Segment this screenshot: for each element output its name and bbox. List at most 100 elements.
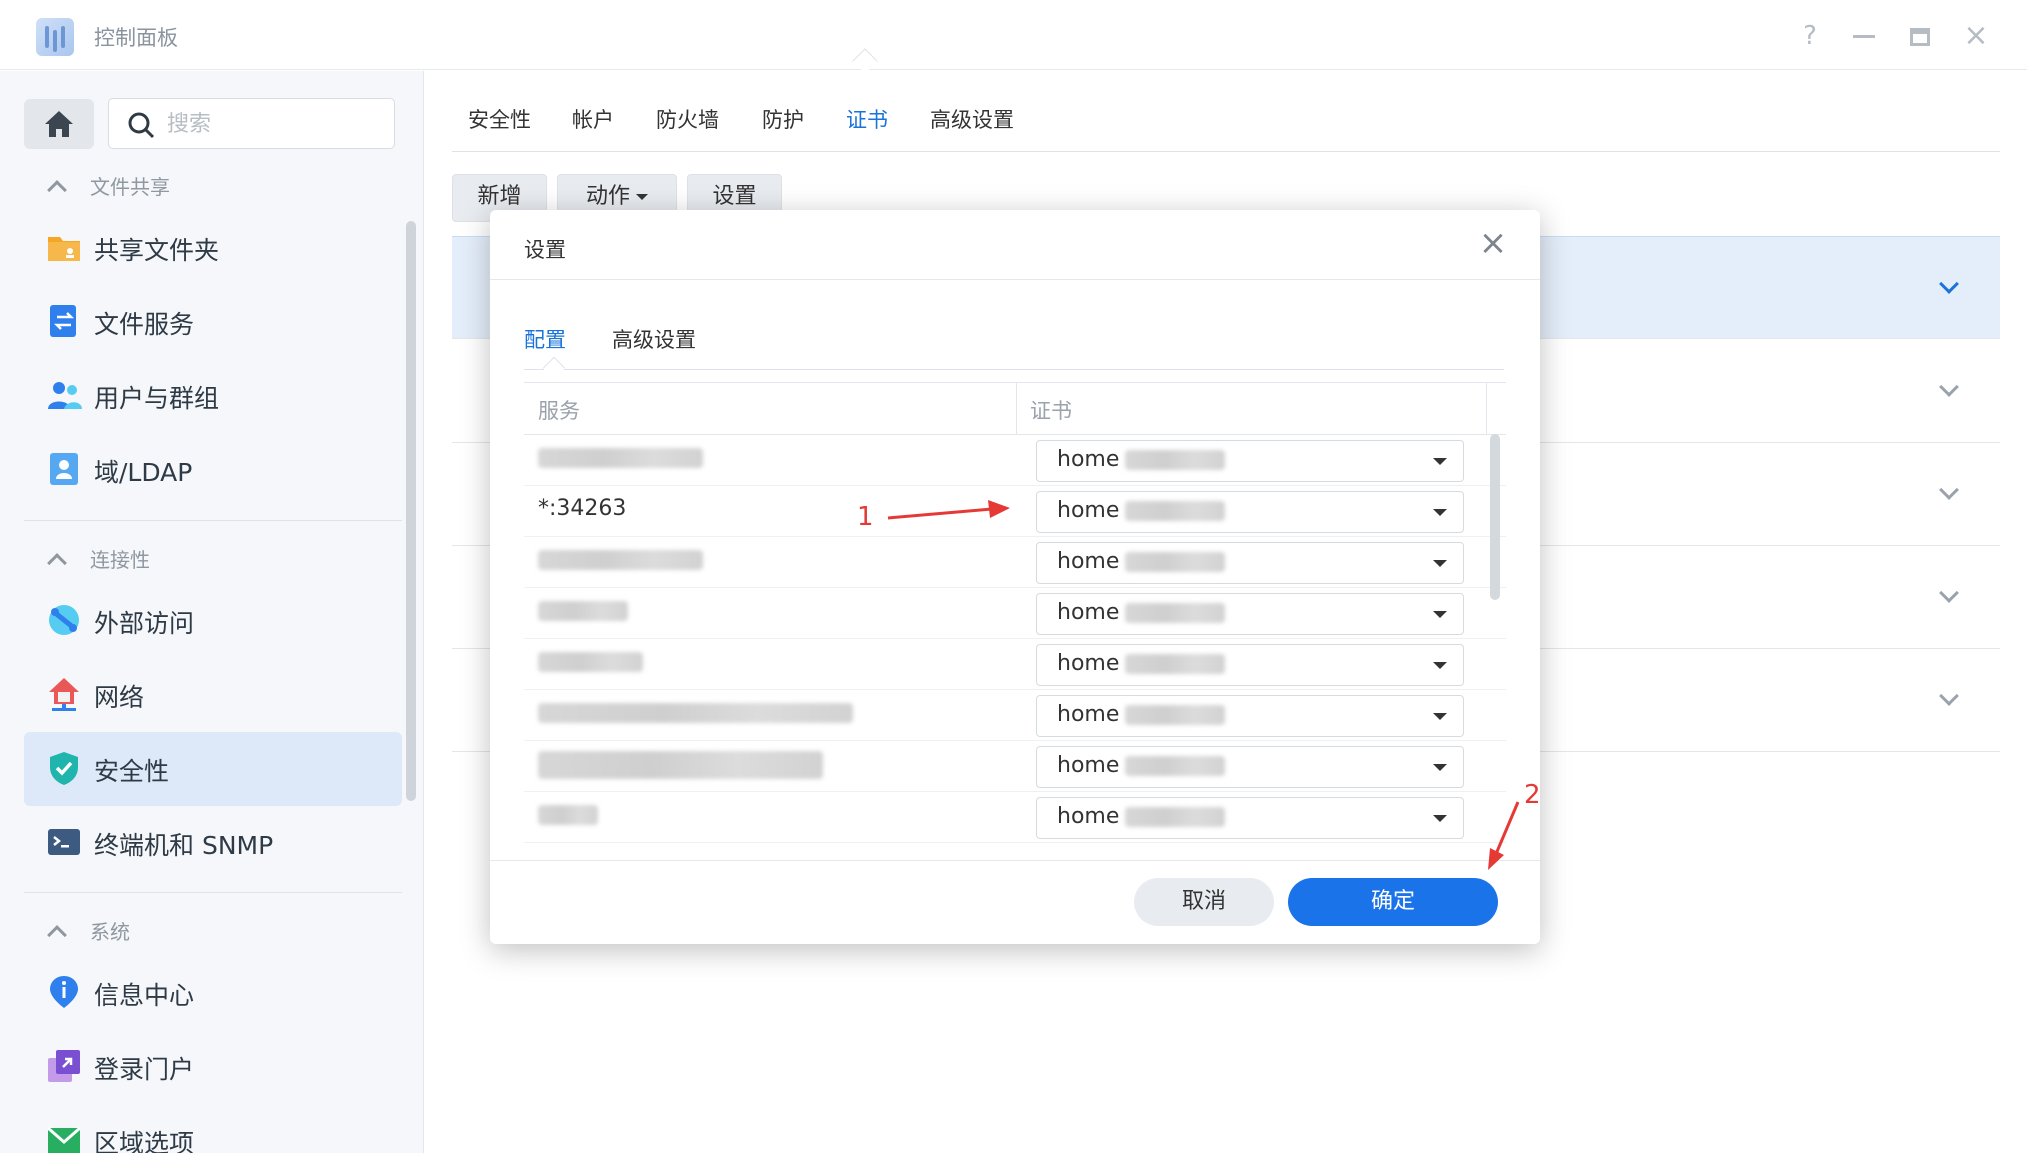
tab-security[interactable]: 安全性 (468, 104, 531, 134)
redacted-text (538, 652, 643, 672)
table-row: home (524, 639, 1506, 690)
sidebar-item-network[interactable]: 网络 (24, 658, 402, 732)
main-tabs: 安全性 帐户 防火墙 防护 证书 高级设置 (452, 90, 2000, 152)
service-name (538, 598, 628, 623)
tab-certificate[interactable]: 证书 (846, 104, 888, 134)
sidebar-item-users-groups[interactable]: 用户与群组 (24, 359, 402, 433)
redacted-text (538, 550, 703, 570)
tab-advanced-settings[interactable]: 高级设置 (930, 104, 1014, 134)
column-header-service[interactable]: 服务 (538, 395, 580, 425)
minimize-button[interactable] (1846, 18, 1882, 54)
sidebar-divider (24, 520, 402, 521)
tab-firewall[interactable]: 防火墙 (656, 104, 719, 134)
redacted-text (1125, 450, 1226, 470)
section-connectivity[interactable]: 连接性 (47, 544, 150, 573)
maximize-button[interactable] (1902, 18, 1938, 54)
certificate-select[interactable]: home (1036, 593, 1464, 635)
column-separator (1486, 383, 1487, 435)
caret-down-icon (1433, 713, 1447, 720)
chevron-up-icon (47, 553, 67, 573)
dialog-title: 设置 (524, 238, 566, 262)
section-system[interactable]: 系统 (47, 916, 130, 945)
sidebar: 文件共享 共享文件夹 文件服务 用户与群组 域/LDAP 连接性 外部访问 网络… (0, 71, 424, 1153)
regional-options-icon (47, 1126, 81, 1153)
ok-button[interactable]: 确定 (1288, 878, 1498, 926)
chevron-down-icon[interactable] (1939, 377, 1959, 397)
service-name (538, 802, 598, 827)
tab-configuration[interactable]: 配置 (524, 324, 566, 354)
tab-dialog-advanced[interactable]: 高级设置 (612, 324, 696, 354)
maximize-icon (1910, 27, 1930, 46)
window-close-button[interactable]: × (1958, 18, 1994, 54)
sidebar-item-terminal-snmp[interactable]: 终端机和 SNMP (24, 806, 402, 880)
sidebar-item-external-access[interactable]: 外部访问 (24, 584, 402, 658)
certificate-select[interactable]: home (1036, 695, 1464, 737)
table-row: home (524, 690, 1506, 741)
dialog-footer-divider (490, 860, 1540, 861)
chevron-down-icon[interactable] (1939, 583, 1959, 603)
redacted-text (538, 448, 703, 468)
ldap-icon (50, 453, 78, 485)
section-file-sharing[interactable]: 文件共享 (47, 171, 170, 200)
redacted-text (1125, 552, 1226, 572)
search-box[interactable] (108, 98, 395, 149)
tab-account[interactable]: 帐户 (572, 104, 614, 134)
column-separator (1016, 383, 1017, 435)
caret-down-icon (1433, 458, 1447, 465)
table-header: 服务 证书 (524, 383, 1506, 435)
sidebar-scrollbar[interactable] (406, 221, 416, 801)
certificate-select[interactable]: home (1036, 542, 1464, 584)
chevron-down-icon[interactable] (1939, 686, 1959, 706)
users-icon (48, 382, 82, 409)
help-button[interactable]: ? (1792, 18, 1828, 54)
settings-dialog: 设置 × 配置 高级设置 服务 证书 home *:34263 home hom… (490, 210, 1540, 944)
sidebar-item-regional-options[interactable]: 区域选项 (24, 1104, 402, 1153)
dialog-close-icon[interactable]: × (1476, 226, 1510, 260)
cancel-button[interactable]: 取消 (1134, 878, 1274, 926)
sidebar-item-security[interactable]: 安全性 (24, 732, 402, 806)
file-services-icon (50, 305, 76, 337)
terminal-icon (48, 829, 80, 855)
sidebar-item-file-services[interactable]: 文件服务 (24, 285, 402, 359)
chevron-down-icon[interactable] (1939, 274, 1959, 294)
service-name (538, 649, 643, 674)
search-input[interactable] (167, 107, 377, 141)
network-icon (49, 678, 79, 711)
sidebar-item-login-portal[interactable]: 登录门户 (24, 1030, 402, 1104)
table-row: home (524, 435, 1506, 486)
service-name (538, 751, 823, 779)
chevron-down-icon[interactable] (1939, 480, 1959, 500)
certificate-select[interactable]: home (1036, 491, 1464, 533)
active-tab-indicator (542, 356, 566, 380)
certificate-select[interactable]: home (1036, 797, 1464, 839)
column-header-certificate[interactable]: 证书 (1030, 395, 1072, 425)
control-panel-icon (36, 18, 74, 56)
redacted-text (1125, 603, 1226, 623)
home-button[interactable] (24, 99, 94, 149)
table-row: home (524, 537, 1506, 588)
sidebar-item-shared-folder[interactable]: 共享文件夹 (24, 211, 402, 285)
caret-down-icon (1433, 662, 1447, 669)
certificate-select[interactable]: home (1036, 746, 1464, 788)
table-row: *:34263 home (524, 486, 1506, 537)
minimize-icon (1853, 35, 1875, 38)
redacted-text (1125, 807, 1226, 827)
dialog-tabs: 配置 高级设置 (524, 310, 1504, 380)
sidebar-item-info-center[interactable]: 信息中心 (24, 956, 402, 1030)
caret-down-icon (1433, 764, 1447, 771)
home-icon (45, 111, 73, 137)
window-title: 控制面板 (94, 26, 178, 50)
folder-icon (48, 237, 80, 261)
redacted-text (1125, 501, 1226, 521)
search-icon (128, 112, 155, 139)
redacted-text (538, 805, 598, 825)
service-name (538, 547, 703, 572)
certificate-select[interactable]: home (1036, 644, 1464, 686)
caret-down-icon (636, 194, 648, 200)
certificate-select[interactable]: home (1036, 440, 1464, 482)
redacted-text (538, 751, 823, 779)
tab-protection[interactable]: 防护 (762, 104, 804, 134)
sidebar-item-domain-ldap[interactable]: 域/LDAP (24, 433, 402, 507)
table-scrollbar[interactable] (1490, 434, 1500, 600)
caret-down-icon (1433, 815, 1447, 822)
